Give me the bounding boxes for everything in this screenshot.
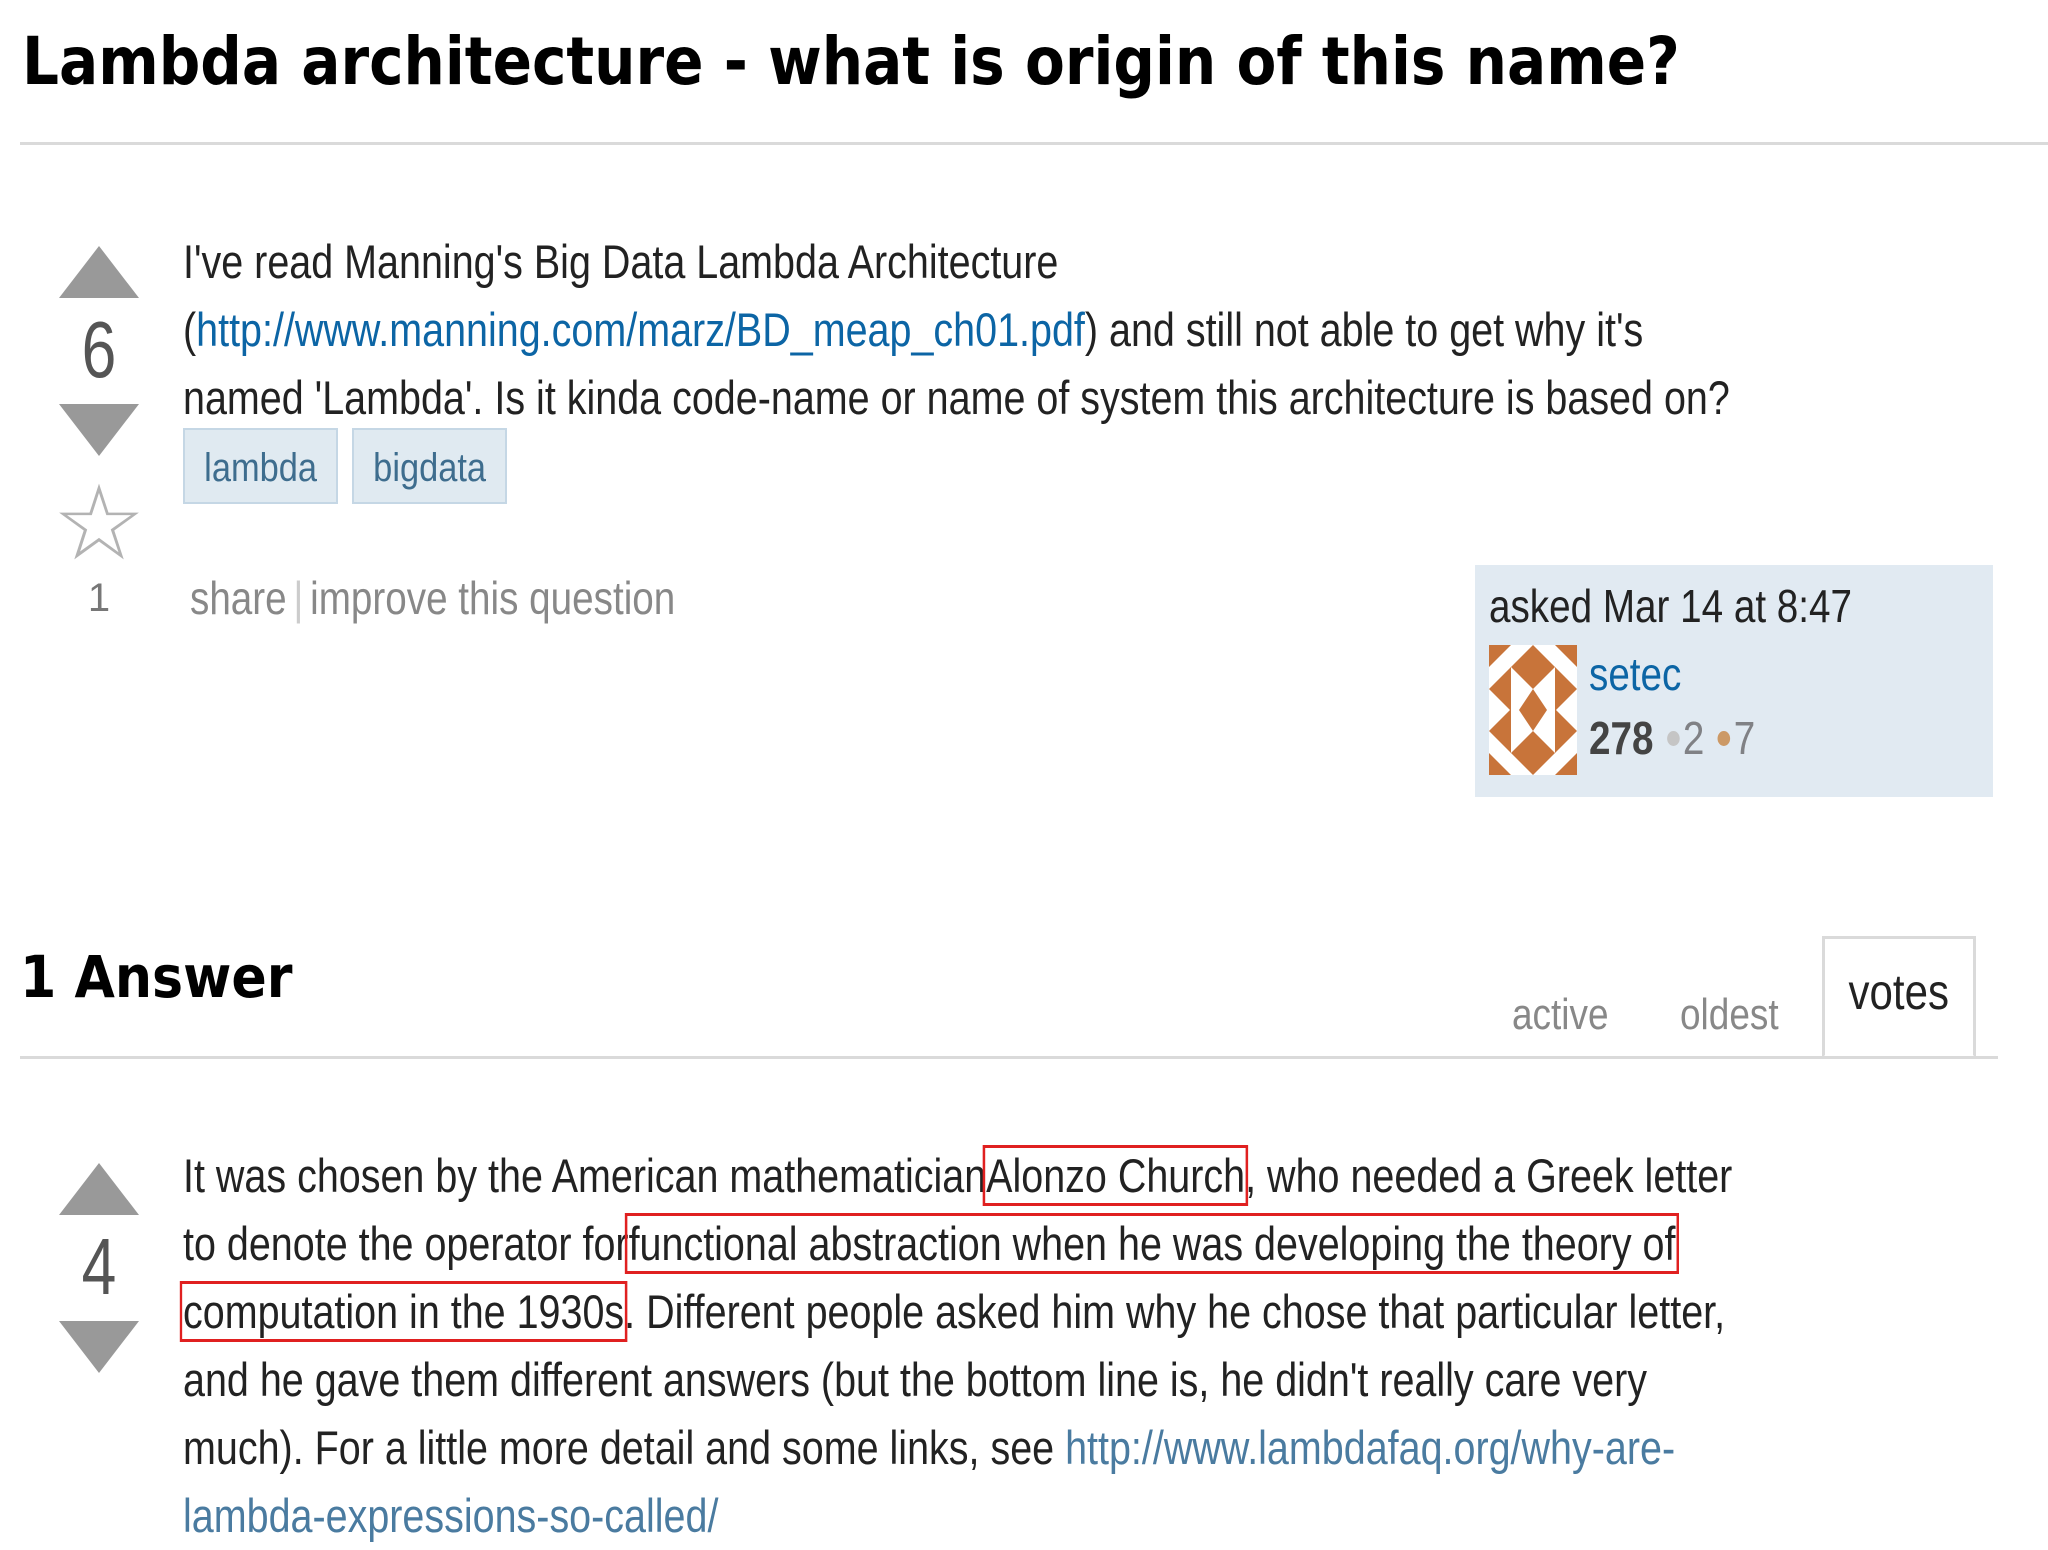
question-title[interactable]: Lambda architecture - what is origin of … — [22, 14, 1680, 110]
question-vote-cell: 6 ☆ 1 — [52, 246, 146, 621]
question-owner-card: asked Mar 14 at 8:47 setec 278 2 7 — [1475, 565, 1993, 797]
highlight-alonzo-church: Alonzo Church — [982, 1145, 1249, 1206]
tag-lambda[interactable]: lambda — [183, 428, 339, 504]
tab-active[interactable]: active — [1512, 990, 1609, 1040]
improve-question-link[interactable]: improve this question — [310, 572, 675, 624]
answers-divider — [20, 1056, 1998, 1059]
question-post-menu: share | improve this question — [190, 571, 675, 625]
silver-badge-icon — [1666, 730, 1680, 746]
answer-vote-cell: 4 — [52, 1163, 146, 1373]
silver-badge-count: 2 — [1682, 712, 1705, 764]
user-stats: 278 2 7 — [1589, 711, 1755, 765]
answer-text-part-1: It was chosen by the American mathematic… — [183, 1149, 987, 1202]
asked-timestamp: asked Mar 14 at 8:47 — [1489, 580, 1853, 632]
bronze-badge-icon — [1717, 730, 1731, 746]
identicon-avatar[interactable] — [1489, 645, 1577, 775]
question-body-link[interactable]: http://www.manning.com/marz/BD_meap_ch01… — [196, 303, 1085, 356]
tab-votes[interactable]: votes — [1822, 936, 1976, 1058]
downvote-arrow-icon[interactable] — [59, 404, 139, 456]
question-tags: lambda bigdata — [183, 428, 508, 504]
answers-count-header: 1 Answer — [20, 943, 293, 1011]
answer-sort-tabs: active oldest votes — [1480, 936, 2000, 1058]
upvote-arrow-icon[interactable] — [59, 246, 139, 298]
downvote-arrow-icon[interactable] — [59, 1321, 139, 1373]
favorite-star-icon[interactable]: ☆ — [52, 472, 146, 576]
favorite-count: 1 — [87, 576, 111, 620]
title-divider — [20, 142, 2048, 145]
tag-bigdata[interactable]: bigdata — [352, 428, 508, 504]
bronze-badge-count: 7 — [1733, 712, 1756, 764]
upvote-arrow-icon[interactable] — [59, 1163, 139, 1215]
reputation-score: 278 — [1589, 712, 1654, 764]
question-vote-count: 6 — [81, 305, 117, 394]
answer-vote-count: 4 — [81, 1222, 117, 1311]
menu-separator: | — [293, 572, 304, 624]
share-link[interactable]: share — [190, 572, 287, 624]
question-body: I've read Manning's Big Data Lambda Arch… — [183, 228, 1745, 432]
tab-oldest[interactable]: oldest — [1680, 990, 1779, 1040]
answer-body: It was chosen by the American mathematic… — [179, 1142, 1745, 1550]
user-name-link[interactable]: setec — [1589, 647, 1681, 701]
